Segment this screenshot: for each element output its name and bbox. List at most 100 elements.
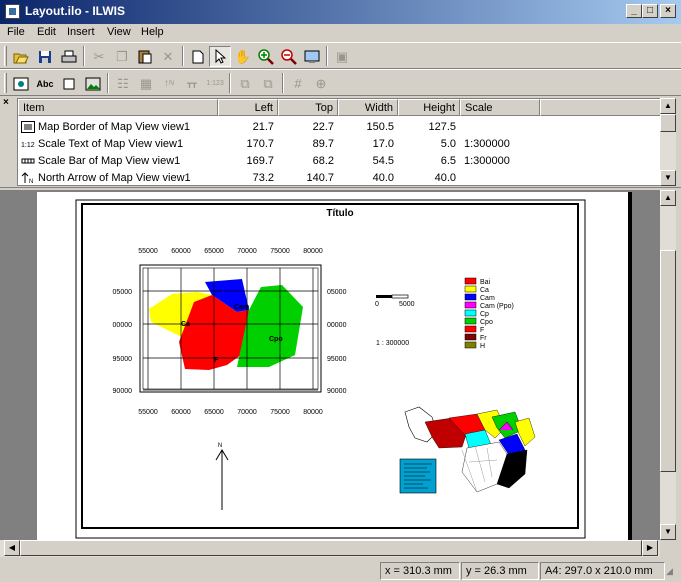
minimize-button[interactable]: _: [626, 4, 642, 18]
layout-title[interactable]: Título: [326, 208, 353, 219]
table-row[interactable]: Map Border of Map View view1 21.7 22.7 1…: [18, 119, 660, 136]
map-label-cam: Cam: [234, 304, 249, 311]
print-icon[interactable]: [58, 46, 80, 67]
insert-toolbar: Abc ☷ ▦ ↑ N ┳┳ 1:123 ⧉ ⧉ # ⊕: [0, 69, 681, 96]
toolbar-grip[interactable]: [4, 46, 7, 66]
menu-edit[interactable]: Edit: [34, 26, 59, 38]
bring-front-icon[interactable]: ⧉: [234, 73, 256, 94]
scrollbar-thumb[interactable]: [20, 540, 642, 556]
resize-grip-icon[interactable]: ◢: [666, 566, 678, 578]
fit-window-icon[interactable]: ▣: [331, 46, 353, 67]
legend[interactable]: BaiCaCamCam (Ppo)CpCpoFFrH: [464, 277, 514, 350]
item-list[interactable]: Item Left Top Width Height Scale Map Bor…: [17, 98, 661, 186]
map-frame[interactable]: Ca Cam Cpo F: [139, 264, 322, 393]
close-button[interactable]: ×: [660, 4, 676, 18]
cell-width: 150.5: [366, 121, 394, 133]
col-header-left[interactable]: Left: [218, 99, 278, 116]
table-row[interactable]: N North Arrow of Map View view1 73.2 140…: [18, 170, 660, 185]
svg-text:95000: 95000: [327, 356, 347, 363]
legend-icon[interactable]: ☷: [112, 73, 134, 94]
col-header-width[interactable]: Width: [338, 99, 398, 116]
main-toolbar: ✂ ❐ ✕ ✋ ▣: [0, 42, 681, 69]
save-icon[interactable]: [34, 46, 56, 67]
new-page-icon[interactable]: [187, 46, 209, 67]
legend-swatch: [464, 293, 477, 301]
menu-view[interactable]: View: [104, 26, 134, 38]
toolbar-grip[interactable]: [4, 73, 7, 93]
entire-map-icon[interactable]: [301, 46, 323, 67]
text-icon[interactable]: Abc: [34, 73, 56, 94]
menu-file[interactable]: File: [4, 26, 28, 38]
svg-text:80000: 80000: [303, 248, 323, 255]
list-vertical-scrollbar[interactable]: ▲ ▼: [660, 98, 676, 186]
legend-swatch: [464, 301, 477, 309]
map-bottom-ticks: 55000 60000 65000 70000 75000 80000: [138, 409, 323, 416]
table-row[interactable]: 1:12 Scale Text of Map View view1 170.7 …: [18, 136, 660, 153]
zoom-out-icon[interactable]: [278, 46, 300, 67]
scroll-up-icon[interactable]: ▲: [660, 190, 676, 206]
title-bar[interactable]: Layout.ilo - ILWIS _ □ ×: [0, 0, 681, 24]
legend-swatch: [464, 317, 477, 325]
scrollbar-thumb[interactable]: [660, 114, 676, 132]
scale-text-row-icon: 1:12: [21, 138, 35, 150]
map-left-ticks: 05000 00000 95000 90000: [113, 289, 133, 395]
svg-text:1:12: 1:12: [21, 142, 35, 149]
inset-map[interactable]: [399, 406, 536, 494]
scale-text-icon[interactable]: 1:123: [204, 73, 226, 94]
scale-bar-icon[interactable]: ┳┳: [181, 73, 203, 94]
svg-text:75000: 75000: [270, 248, 290, 255]
cell-scale: [460, 119, 540, 136]
close-panel-icon[interactable]: ×: [3, 98, 13, 108]
legend-label: Cam: [480, 295, 495, 302]
menu-bar: File Edit Insert View Help: [0, 24, 681, 42]
delete-icon[interactable]: ✕: [157, 46, 179, 67]
col-header-scale[interactable]: Scale: [460, 99, 540, 116]
cell-scale: 1:300000: [464, 138, 510, 150]
app-icon[interactable]: [5, 4, 20, 19]
col-header-item[interactable]: Item: [18, 99, 218, 116]
svg-text:60000: 60000: [171, 409, 191, 416]
scroll-left-icon[interactable]: ◀: [4, 540, 20, 556]
scroll-down-icon[interactable]: ▼: [660, 524, 676, 540]
menu-insert[interactable]: Insert: [64, 26, 98, 38]
menu-help[interactable]: Help: [138, 26, 167, 38]
map-border-icon[interactable]: ▦: [135, 73, 157, 94]
cell-item: Scale Bar of Map View view1: [38, 155, 181, 167]
scroll-down-icon[interactable]: ▼: [660, 170, 676, 186]
toolbar-separator: [83, 46, 85, 66]
col-header-top[interactable]: Top: [278, 99, 338, 116]
cut-icon[interactable]: ✂: [88, 46, 110, 67]
toolbar-separator: [282, 73, 284, 93]
table-row[interactable]: Scale Bar of Map View view1 169.7 68.2 5…: [18, 153, 660, 170]
paper-page[interactable]: Título Ca Cam Cpo F 55000 60000 65000 70…: [37, 192, 630, 540]
paste-icon[interactable]: [134, 46, 156, 67]
select-arrow-icon[interactable]: [209, 46, 231, 67]
svg-text:5000: 5000: [399, 301, 415, 308]
map-view-icon[interactable]: [10, 73, 32, 94]
scale-bar[interactable]: 0 5000: [375, 294, 415, 308]
cell-width: 17.0: [372, 138, 394, 150]
open-icon[interactable]: [10, 46, 32, 67]
north-arrow-icon[interactable]: ↑ N: [158, 73, 180, 94]
pan-hand-icon[interactable]: ✋: [232, 46, 254, 67]
legend-label: Cp: [480, 311, 489, 318]
copy-icon[interactable]: ❐: [111, 46, 133, 67]
zoom-in-icon[interactable]: [255, 46, 277, 67]
maximize-button[interactable]: □: [642, 4, 658, 18]
scroll-right-icon[interactable]: ▶: [642, 540, 658, 556]
view-vertical-scrollbar[interactable]: ▲ ▼: [660, 190, 676, 540]
layout-canvas[interactable]: Título Ca Cam Cpo F 55000 60000 65000 70…: [37, 192, 630, 540]
send-back-icon[interactable]: ⧉: [257, 73, 279, 94]
svg-text:00000: 00000: [327, 322, 347, 329]
col-header-height[interactable]: Height: [398, 99, 460, 116]
scrollbar-thumb[interactable]: [660, 250, 676, 472]
scroll-up-icon[interactable]: ▲: [660, 98, 676, 114]
grid-icon[interactable]: #: [287, 73, 309, 94]
picture-icon[interactable]: [82, 73, 104, 94]
north-arrow[interactable]: N: [215, 443, 229, 510]
box-icon[interactable]: [58, 73, 80, 94]
toolbar-separator: [107, 73, 109, 93]
graticule-icon[interactable]: ⊕: [310, 73, 332, 94]
scale-text[interactable]: 1 : 300000: [376, 340, 409, 347]
view-horizontal-scrollbar[interactable]: ◀ ▶: [0, 540, 660, 557]
